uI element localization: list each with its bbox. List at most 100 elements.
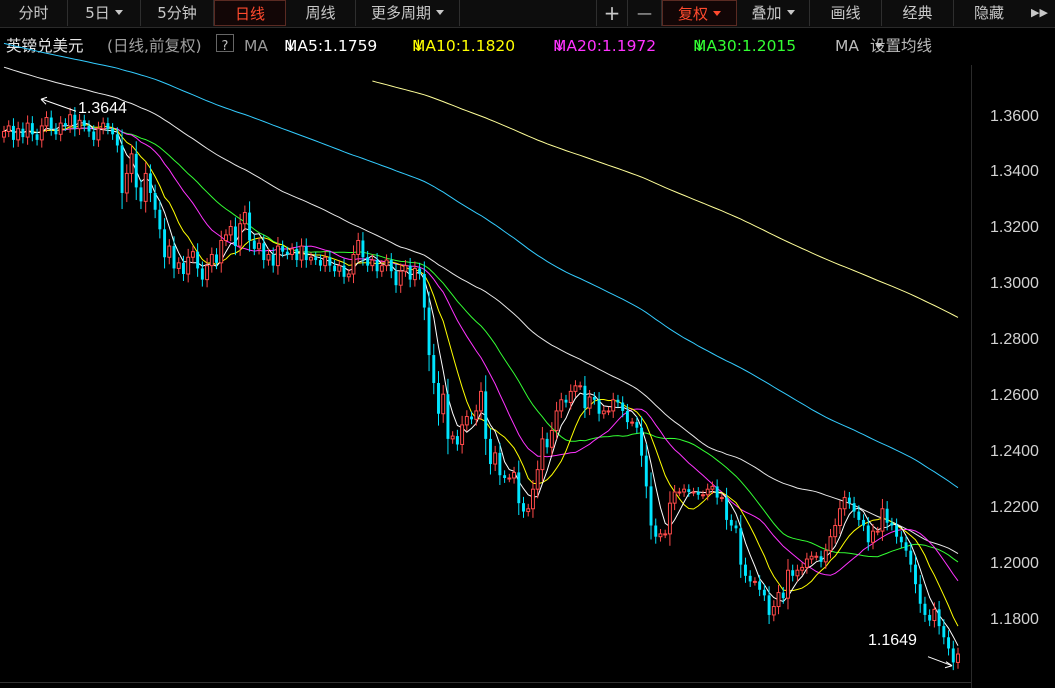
candle-body: [96, 128, 101, 141]
candle-body: [248, 212, 252, 241]
candle-body: [512, 471, 517, 479]
candle-body: [705, 488, 710, 496]
candle-body: [427, 307, 431, 356]
candle-body: [219, 239, 224, 264]
candle-body: [744, 564, 747, 576]
candle-body: [625, 410, 629, 423]
candle-body: [885, 508, 889, 523]
expand-icon[interactable]: ▶▶: [1024, 0, 1055, 26]
candle-body: [507, 477, 512, 480]
candle-body: [6, 125, 11, 133]
candle-body: [503, 475, 507, 479]
y-tick-label: 1.3200: [990, 219, 1039, 237]
candle-body: [715, 486, 719, 498]
candle-body: [2, 131, 6, 138]
candle-body: [739, 528, 743, 565]
candle-body: [441, 393, 446, 415]
candle-body: [437, 383, 440, 414]
candle-body: [422, 274, 426, 308]
candle-body: [30, 123, 34, 135]
candle-body: [205, 265, 210, 281]
candle-body: [498, 452, 502, 476]
y-axis-separator: [971, 65, 972, 688]
y-tick-label: 1.3000: [990, 275, 1039, 293]
candle-body: [215, 254, 218, 263]
candle-body: [408, 265, 412, 280]
candle-body: [328, 257, 332, 266]
candle-body: [535, 469, 540, 490]
high-annotation: 1.3644: [78, 100, 127, 117]
candle-body: [701, 494, 705, 497]
candle-body: [238, 223, 243, 247]
candle-body: [748, 575, 752, 582]
candle-body: [767, 595, 771, 615]
candle-body: [49, 117, 53, 129]
candle-body: [568, 390, 573, 404]
candle-body: [209, 253, 214, 267]
candle-body: [106, 123, 110, 129]
candle-body: [182, 262, 185, 275]
candle-body: [68, 114, 73, 127]
candle-body: [719, 497, 724, 500]
candle-body: [895, 525, 899, 537]
candle-body: [540, 438, 545, 471]
candle-body: [526, 508, 531, 513]
candle-body: [866, 525, 870, 543]
low-annotation: 1.1649: [868, 632, 917, 649]
candle-body: [847, 497, 851, 504]
candle-body: [11, 125, 15, 140]
candle-body: [710, 485, 715, 490]
candle-body: [545, 438, 549, 448]
candle-body: [493, 452, 498, 465]
candle-body: [890, 522, 894, 526]
candle-body: [795, 569, 800, 577]
candle-body: [819, 556, 823, 562]
candle-body: [370, 259, 375, 267]
candle-body: [616, 399, 620, 403]
candle-body: [606, 410, 611, 413]
candle-body: [932, 608, 937, 622]
candle-body: [309, 256, 313, 261]
candle-body: [262, 243, 266, 261]
candle-body: [167, 245, 172, 258]
candle-body: [58, 122, 63, 135]
candle-body: [549, 430, 554, 448]
candle-body: [257, 242, 261, 250]
candle-body: [460, 424, 465, 445]
candle-body: [252, 240, 256, 249]
candle-body: [148, 173, 152, 193]
candle-body: [776, 592, 781, 608]
candle-body: [200, 268, 204, 280]
candle-body: [696, 491, 700, 495]
candle-body: [611, 399, 616, 412]
candle-body: [880, 508, 885, 532]
candle-body: [77, 119, 82, 130]
candle-body: [522, 503, 525, 512]
candle-body: [115, 134, 119, 146]
candle-body: [752, 580, 757, 583]
candle-body: [654, 525, 658, 537]
candle-body: [592, 396, 596, 400]
candle-body: [299, 245, 304, 261]
candle-body: [190, 251, 195, 258]
candle-body: [54, 128, 58, 135]
candle-body: [318, 260, 322, 266]
candle-body: [129, 153, 134, 174]
candle-body: [554, 410, 559, 432]
candle-body: [587, 396, 592, 409]
candle-body: [904, 542, 908, 551]
candle-body: [21, 128, 25, 138]
candle-body: [25, 122, 30, 138]
candle-body: [153, 192, 157, 210]
candle-body: [517, 472, 521, 504]
candle-body: [361, 240, 365, 258]
candle-body: [82, 120, 86, 126]
candle-body: [837, 508, 842, 527]
candle-body: [909, 550, 913, 565]
y-tick-label: 1.3400: [990, 163, 1039, 181]
candlestick-chart[interactable]: [0, 0, 971, 688]
candle-body: [687, 489, 691, 492]
candle-body: [762, 589, 766, 596]
candle-body: [937, 609, 941, 627]
candle-body: [275, 245, 280, 267]
